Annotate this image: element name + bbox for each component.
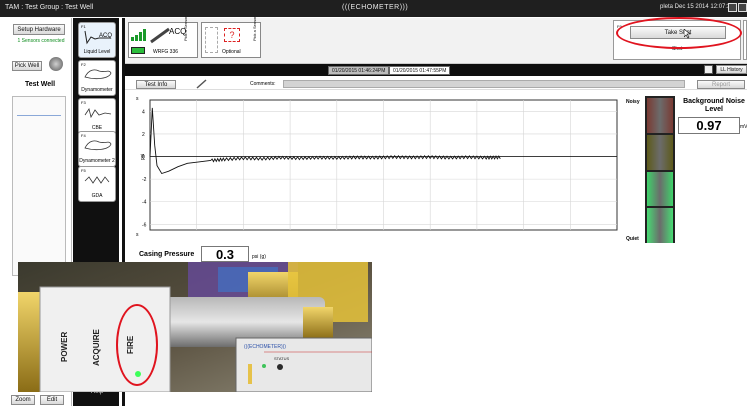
y-tick-label: 0 (142, 155, 145, 161)
nav-label: Dynamometer 2 (79, 158, 115, 164)
quiet-label: Quiet (626, 236, 639, 242)
y-tick-label: -6 (142, 222, 147, 228)
signal-strength-icon (131, 29, 146, 41)
liquid-level-chart: 4 2 0 -2 -4 -6 (142, 99, 618, 231)
nav-label: Dynamometer (81, 87, 113, 93)
close-icon[interactable] (738, 3, 747, 12)
dynamometer-icon (84, 69, 112, 80)
nav-liquid-level[interactable]: F1 ACQ Liquid Level (78, 22, 116, 58)
noise-segment (647, 171, 673, 207)
title-bar: TAM : Test Group : Test Well (((ECHOMETE… (0, 0, 747, 17)
well-diagram (12, 96, 66, 276)
liquid-level-marker (17, 115, 61, 116)
dynamometer-2-icon (84, 140, 112, 151)
y-tick-label: 4 (142, 109, 145, 115)
casing-pressure-value: 0.3 (201, 246, 249, 262)
test-info-button[interactable]: Test Info (136, 80, 176, 89)
toolbar-edge (743, 20, 747, 60)
nav-gda[interactable]: F5 GDA (78, 166, 116, 202)
report-button[interactable]: Report (697, 80, 745, 89)
hardware-photo-image (18, 262, 372, 392)
sensor-side-label: Pick a Sensor (183, 16, 188, 41)
nav-dynamometer[interactable]: F2 Dynamometer (78, 60, 116, 96)
well-status-icon (49, 57, 63, 71)
tab-shot-2[interactable]: 01/20/2015 01:47:55PM (389, 66, 451, 75)
svg-text:ACQ: ACQ (99, 33, 112, 39)
x-axis-end-label: s (136, 232, 139, 238)
optional-mark: ? (224, 28, 240, 42)
pen-icon[interactable] (196, 79, 208, 89)
minimize-icon[interactable] (728, 3, 737, 12)
noise-segment (647, 208, 673, 243)
comments-input[interactable] (283, 80, 685, 88)
noisy-label: Noisy (626, 99, 640, 105)
gda-icon (84, 176, 110, 184)
sensors-status: 1 Sensors connected (17, 38, 65, 44)
optional-label: Optional (222, 49, 241, 55)
casing-pressure-label: Casing Pressure (139, 251, 195, 258)
liquid-level-icon: ACQ (84, 30, 112, 45)
brand-logo: (((ECHOMETER))) (342, 4, 409, 11)
nav-dynamometer-2[interactable]: F4 Dynamometer 2 (78, 131, 116, 167)
nav-cbe[interactable]: F3 CBE (78, 98, 116, 134)
noise-segment (647, 98, 673, 133)
sensor-card[interactable]: ACQ WRFG 336 Pick a Sensor (128, 16, 198, 58)
highlight-ellipse (616, 17, 742, 49)
optional-side-label: Pick a Sensor (252, 16, 257, 41)
optional-sensor-card[interactable]: ? Optional Pick a Sensor (201, 16, 261, 58)
noise-segment (647, 134, 673, 170)
noise-meter (645, 96, 675, 243)
y-tick-label: -2 (142, 177, 147, 183)
device-status-label: STATUS (274, 356, 290, 361)
edit-button[interactable]: Edit (40, 395, 64, 405)
comments-label: Comments: (250, 81, 276, 87)
app-title: TAM : Test Group : Test Well (5, 4, 94, 11)
power-label: POWER (60, 331, 69, 362)
nav-label: Liquid Level (83, 49, 111, 55)
nav-label: GDA (91, 193, 103, 199)
settings-icon[interactable] (704, 65, 713, 74)
noise-title: Background Noise Level (683, 98, 745, 113)
x-unit-label: s (136, 96, 139, 102)
pick-well-button[interactable]: Pick Well (12, 61, 42, 71)
well-name: Test Well (24, 81, 56, 88)
battery-icon (131, 47, 145, 54)
casing-pressure-unit: psi (g) (252, 254, 266, 260)
ll-history-button[interactable]: LL History (716, 65, 747, 74)
status-date: pleta Dec 15 2014 12:07:36 (660, 4, 734, 10)
hardware-photo: POWER ACQUIRE FIRE (((ECHOMETER))) STATU… (18, 262, 372, 392)
y-tick-label: 2 (142, 132, 145, 138)
setup-hardware-button[interactable]: Setup Hardware (13, 24, 65, 35)
sensor-name: WRFG 336 (153, 49, 179, 55)
y-tick-label: -4 (142, 200, 147, 206)
noise-value: 0.97 (678, 117, 740, 134)
zoom-button[interactable]: Zoom (11, 395, 35, 405)
noise-unit: mV (740, 124, 747, 130)
acquire-label: ACQUIRE (92, 329, 101, 366)
cbe-icon (84, 108, 112, 119)
fire-highlight-ellipse (116, 304, 158, 386)
device-brand: (((ECHOMETER))) (244, 344, 286, 350)
tab-shot-1[interactable]: 01/20/2015 01:46:24PM (328, 66, 390, 75)
empty-slot-icon (205, 27, 218, 53)
